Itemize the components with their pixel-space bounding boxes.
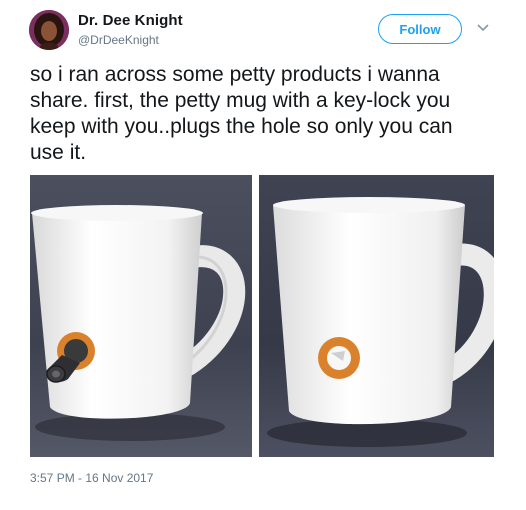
follow-button[interactable]: Follow bbox=[378, 14, 462, 44]
tweet-timestamp[interactable]: 3:57 PM - 16 Nov 2017 bbox=[30, 471, 153, 485]
avatar[interactable] bbox=[29, 10, 69, 50]
tweet-photo-mug-with-key[interactable] bbox=[30, 175, 252, 457]
chevron-down-icon[interactable] bbox=[475, 20, 491, 36]
tweet-photo-mug-locked[interactable] bbox=[259, 175, 494, 457]
author-handle[interactable]: @DrDeeKnight bbox=[78, 33, 159, 47]
avatar-image bbox=[29, 10, 69, 50]
tweet-text: so i ran across some petty products i wa… bbox=[30, 63, 453, 164]
author-name[interactable]: Dr. Dee Knight bbox=[78, 12, 183, 29]
tweet-card: Dr. Dee Knight @DrDeeKnight Follow so i … bbox=[0, 0, 526, 510]
